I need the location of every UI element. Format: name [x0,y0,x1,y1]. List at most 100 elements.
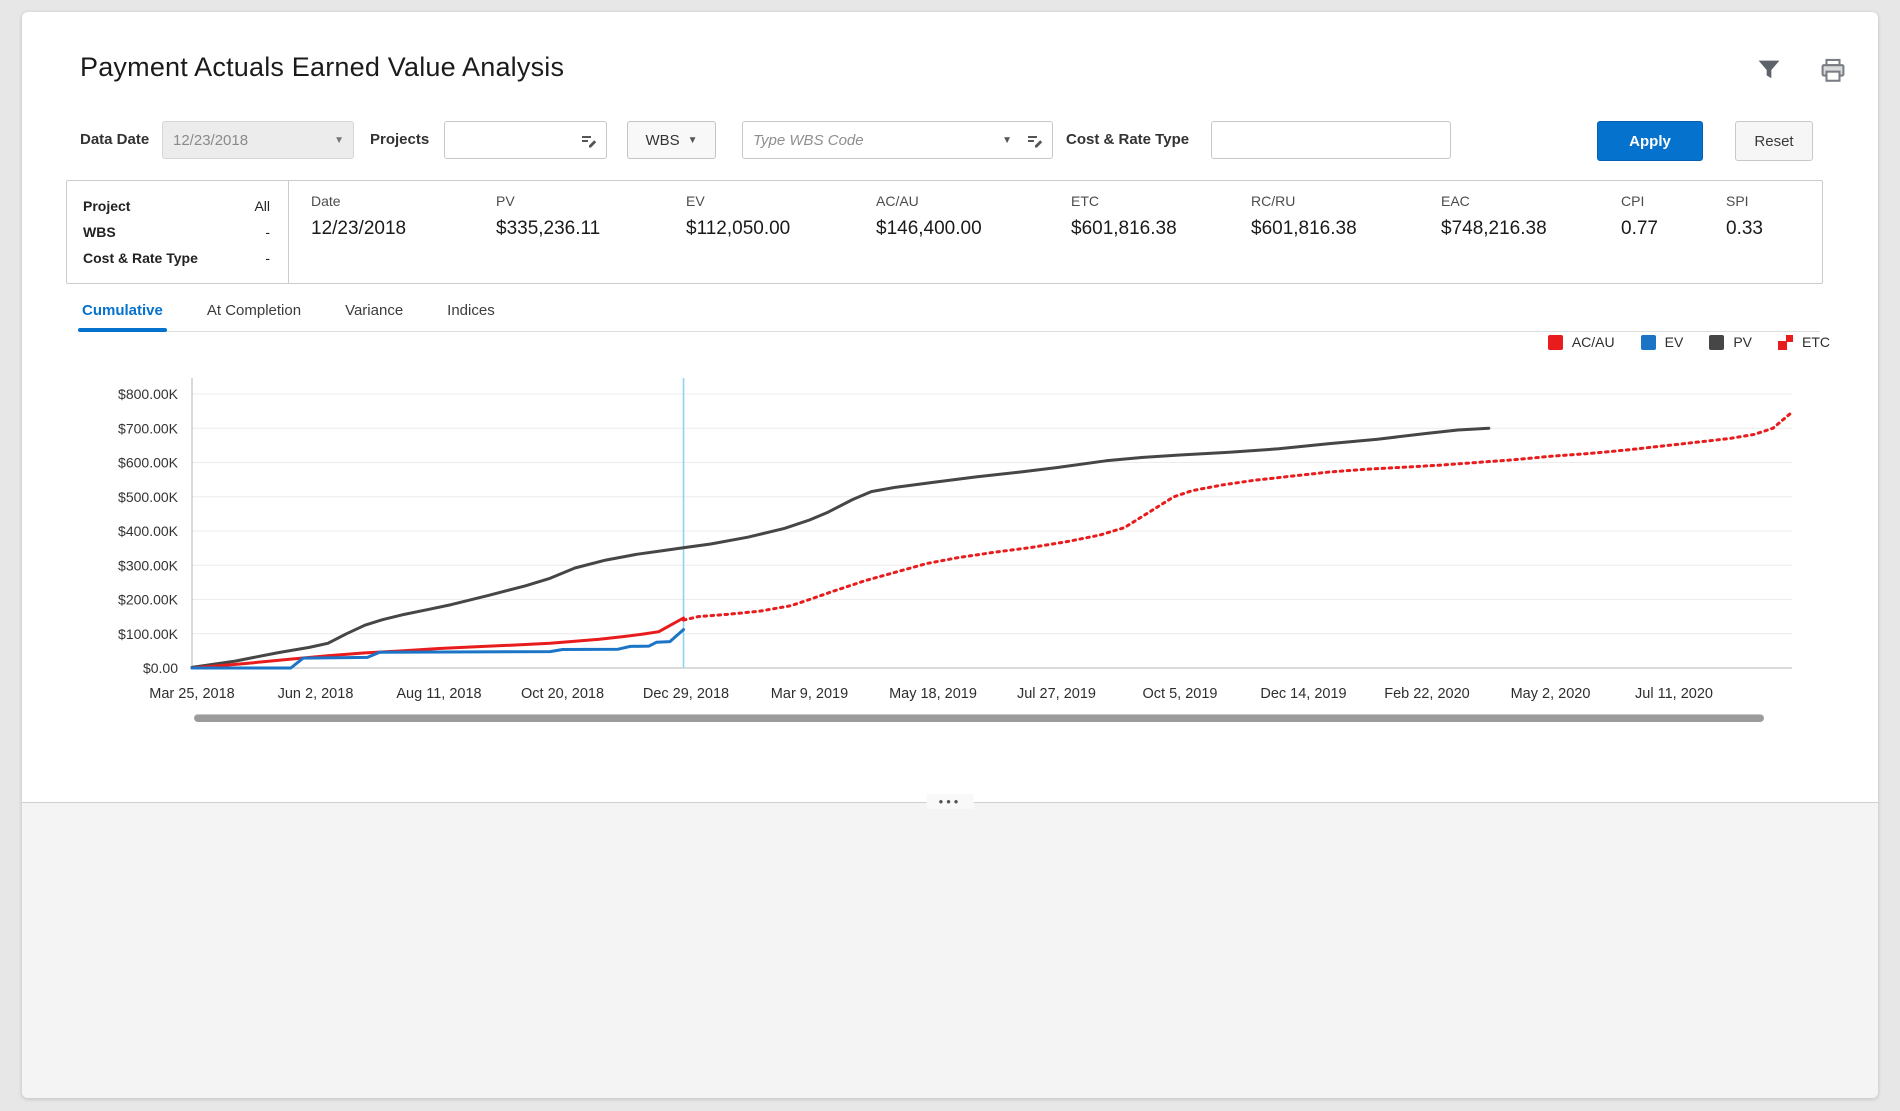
cost-rate-type-field[interactable] [1211,121,1451,159]
series-pv [192,428,1489,667]
apply-button[interactable]: Apply [1597,121,1703,161]
scope-row: ProjectAll [83,193,270,219]
y-axis-tick: $200.00K [118,592,179,608]
legend-label: PV [1733,334,1752,350]
y-axis-tick: $500.00K [118,489,179,505]
metric-label: RC/RU [1251,193,1419,209]
reset-button[interactable]: Reset [1735,121,1813,161]
data-date-input[interactable] [163,122,353,158]
cost-rate-type-label: Cost & Rate Type [1066,131,1189,148]
wbs-code-field[interactable]: ▼ [742,121,1053,159]
series-etc [684,413,1792,620]
metric-label: EV [686,193,854,209]
x-axis-tick: Jun 2, 2018 [278,686,354,702]
bottom-region: ••• Cumulative Values and Indices [22,802,1878,1098]
summary-metric: Date 12/23/2018 [289,193,474,283]
metric-value: $601,816.38 [1251,218,1419,240]
legend-label: AC/AU [1572,334,1615,350]
metric-value: $146,400.00 [876,218,1049,240]
summary-metric: PV $335,236.11 [474,193,664,283]
x-axis-tick: Jul 27, 2019 [1017,686,1096,702]
tab-cumulative[interactable]: Cumulative [80,294,165,331]
y-axis-tick: $600.00K [118,455,179,471]
metric-label: Date [311,193,474,209]
legend-swatch [1641,335,1656,350]
x-axis-tick: May 2, 2020 [1511,686,1591,702]
metric-value: 12/23/2018 [311,218,474,240]
data-date-field[interactable]: ▼ [162,121,354,159]
x-axis-tick: Oct 5, 2019 [1143,686,1218,702]
metric-label: CPI [1621,193,1704,209]
metric-value: $335,236.11 [496,218,664,240]
printer-icon[interactable] [1820,58,1846,84]
tab-variance[interactable]: Variance [343,294,405,331]
metric-value: $112,050.00 [686,218,854,240]
metric-value: $748,216.38 [1441,218,1599,240]
wbs-dropdown-label: WBS [645,132,679,149]
x-axis-tick: Dec 29, 2018 [643,686,729,702]
legend-swatch-dot [1778,341,1787,350]
tab-indices[interactable]: Indices [445,294,497,331]
x-axis-tick: Mar 9, 2019 [771,686,848,702]
chart-legend: AC/AU EV PV ETC [1548,334,1830,350]
screen: Payment Actuals Earned Value Analysis Da… [0,0,1900,1111]
cost-rate-type-input[interactable] [1212,122,1450,158]
ev-chart-svg: $0.00$100.00K$200.00K$300.00K$400.00K$50… [80,364,1860,712]
y-axis-tick: $400.00K [118,523,179,539]
y-axis-tick: $800.00K [118,386,179,402]
legend-item-pv[interactable]: PV [1709,334,1752,350]
metric-label: ETC [1071,193,1229,209]
metric-label: SPI [1726,193,1799,209]
chevron-down-icon[interactable]: ▼ [1002,135,1012,146]
picker-icon[interactable] [580,132,598,150]
scope-value: - [265,245,270,271]
metric-label: AC/AU [876,193,1049,209]
page-title: Payment Actuals Earned Value Analysis [80,52,564,83]
summary-scope: ProjectAllWBS - Cost & Rate Type - [67,181,289,283]
legend-item-etc[interactable]: ETC [1778,334,1830,350]
picker-icon[interactable] [1026,132,1044,150]
x-axis-tick: Jul 11, 2020 [1635,686,1713,702]
y-axis-tick: $0.00 [143,660,178,676]
legend-item-ac-au[interactable]: AC/AU [1548,334,1615,350]
projects-label: Projects [370,131,429,148]
metric-label: PV [496,193,664,209]
series-ac-au [192,618,684,668]
summary-panel: ProjectAllWBS - Cost & Rate Type - Date 12/2… [66,180,1823,284]
summary-metrics: Date 12/23/2018 PV $335,236.11 EV $112,050.00… [289,181,1799,283]
legend-label: ETC [1802,334,1830,350]
report-card: Payment Actuals Earned Value Analysis Da… [22,12,1878,1098]
summary-metric: RC/RU $601,816.38 [1229,193,1419,283]
ev-chart: $0.00$100.00K$200.00K$300.00K$400.00K$50… [80,364,1860,712]
summary-metric: SPI 0.33 [1704,193,1799,283]
scope-label: Project [83,193,130,219]
scope-row: WBS - [83,219,270,245]
chart-time-scrollbar[interactable] [194,714,1764,722]
splitter-handle[interactable]: ••• [927,794,974,809]
y-axis-tick: $700.00K [118,420,179,436]
legend-swatch [1709,335,1724,350]
filter-icon[interactable] [1756,58,1782,84]
legend-swatch [1548,335,1563,350]
tab-bar: Cumulative At Completion Variance Indices [80,294,1820,332]
scope-label: WBS [83,219,116,245]
metric-value: 0.77 [1621,218,1704,240]
x-axis-tick: May 18, 2019 [889,686,977,702]
wbs-dropdown-button[interactable]: WBS ▼ [627,121,716,159]
y-axis-tick: $300.00K [118,557,179,573]
x-axis-tick: Oct 20, 2018 [521,686,604,702]
metric-value: 0.33 [1726,218,1799,240]
x-axis-tick: Mar 25, 2018 [149,686,234,702]
scope-label: Cost & Rate Type [83,245,198,271]
legend-label: EV [1665,334,1684,350]
legend-item-ev[interactable]: EV [1641,334,1684,350]
legend-swatch-dot [1786,335,1793,342]
tab-at-completion[interactable]: At Completion [205,294,303,331]
scope-row: Cost & Rate Type - [83,245,270,271]
x-axis-tick: Feb 22, 2020 [1384,686,1469,702]
legend-swatch-dotted [1778,335,1793,350]
projects-field[interactable] [444,121,607,159]
scope-value: - [265,219,270,245]
summary-metric: CPI 0.77 [1599,193,1704,283]
data-date-label: Data Date [80,131,149,148]
